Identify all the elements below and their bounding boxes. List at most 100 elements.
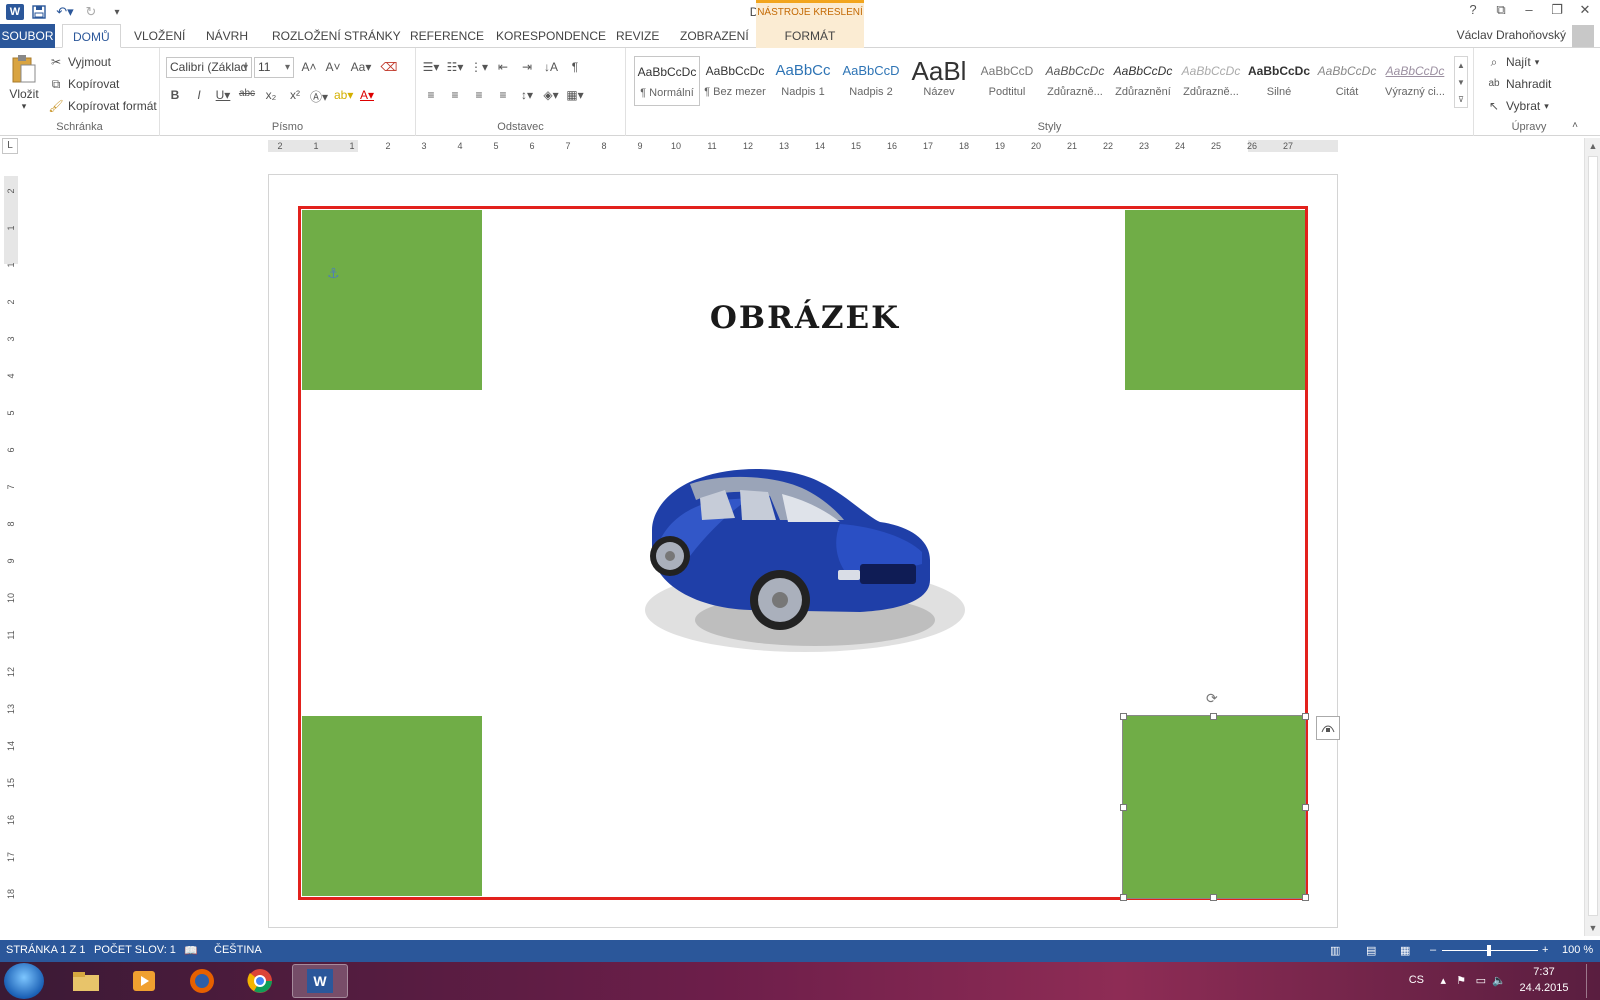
tab-mailings[interactable]: KORESPONDENCE xyxy=(486,24,616,48)
resize-handle[interactable] xyxy=(1302,713,1309,720)
increase-indent-icon[interactable]: ⇥ xyxy=(518,60,536,74)
clear-formatting-icon[interactable]: ⌫ xyxy=(380,60,398,74)
resize-handle[interactable] xyxy=(1210,713,1217,720)
align-right-icon[interactable]: ≡ xyxy=(470,88,488,102)
help-icon[interactable]: ? xyxy=(1462,2,1484,18)
tab-view[interactable]: ZOBRAZENÍ xyxy=(670,24,759,48)
italic-icon[interactable]: I xyxy=(190,88,208,105)
select-button[interactable]: ↖ Vybrat ▾ xyxy=(1486,98,1549,114)
decrease-indent-icon[interactable]: ⇤ xyxy=(494,60,512,74)
resize-handle[interactable] xyxy=(1302,894,1309,901)
minimize-icon[interactable]: – xyxy=(1518,2,1540,18)
vertical-ruler[interactable]: 2 1 1 2 3 4 5 6 7 8 9 10 11 12 13 14 15 16 17 18 xyxy=(4,176,18,918)
start-button-icon[interactable] xyxy=(4,963,44,999)
style-item[interactable]: AaBbCcD Podtitul xyxy=(974,56,1040,106)
style-item[interactable]: AaBbCcDc Výrazný ci... xyxy=(1382,56,1448,106)
style-item[interactable]: AaBbCcDc ¶ Normální xyxy=(634,56,700,106)
ribbon-display-icon[interactable]: ⧉ xyxy=(1490,2,1512,18)
resize-handle[interactable] xyxy=(1210,894,1217,901)
tab-format[interactable]: FORMÁT xyxy=(756,24,864,48)
tab-design[interactable]: NÁVRH xyxy=(196,24,258,48)
style-item[interactable]: AaBbCcDc Citát xyxy=(1314,56,1380,106)
chrome-icon[interactable] xyxy=(232,964,288,998)
tab-home[interactable]: DOMŮ xyxy=(62,24,121,48)
green-box-bottom-right-selected[interactable] xyxy=(1122,715,1306,899)
keyboard-language[interactable]: CS xyxy=(1409,974,1424,986)
zoom-out-icon[interactable]: – xyxy=(1430,944,1436,956)
clock-time[interactable]: 7:37 xyxy=(1514,966,1574,978)
strikethrough-icon[interactable]: abc xyxy=(238,88,256,105)
green-box-top-left[interactable] xyxy=(302,210,482,390)
style-item[interactable]: AaBbCcDc Zdůrazně... xyxy=(1042,56,1108,106)
car-image[interactable] xyxy=(630,460,970,670)
show-hidden-icon[interactable]: ▴ xyxy=(1440,974,1446,987)
proofing-icon[interactable]: 📖 xyxy=(184,944,198,957)
zoom-slider-thumb[interactable] xyxy=(1487,945,1491,956)
tab-layout[interactable]: ROZLOŽENÍ STRÁNKY xyxy=(262,24,411,48)
action-center-icon[interactable]: ⚑ xyxy=(1456,974,1466,987)
grow-font-icon[interactable]: A˄ xyxy=(300,60,318,74)
tab-insert[interactable]: VLOŽENÍ xyxy=(124,24,195,48)
shading-icon[interactable]: ◈▾ xyxy=(542,88,560,102)
line-spacing-icon[interactable]: ↕▾ xyxy=(518,88,536,102)
show-marks-icon[interactable]: ¶ xyxy=(566,60,584,74)
borders-icon[interactable]: ▦▾ xyxy=(566,88,584,102)
media-player-icon[interactable] xyxy=(116,964,172,998)
bullets-icon[interactable]: ☰▾ xyxy=(422,60,440,74)
bold-icon[interactable]: B xyxy=(166,88,184,105)
show-desktop-button[interactable] xyxy=(1586,964,1598,998)
resize-handle[interactable] xyxy=(1120,804,1127,811)
sort-icon[interactable]: ↓A xyxy=(542,60,560,74)
style-item[interactable]: AaBbCcDc Silné xyxy=(1246,56,1312,106)
firefox-icon[interactable] xyxy=(174,964,230,998)
volume-icon[interactable]: 🔈 xyxy=(1492,974,1506,987)
style-item[interactable]: AaBbCc Nadpis 1 xyxy=(770,56,836,106)
clock-date[interactable]: 24.4.2015 xyxy=(1514,982,1574,994)
subscript-icon[interactable]: x₂ xyxy=(262,88,280,105)
document-heading[interactable]: OBRÁZEK xyxy=(700,300,910,336)
style-item[interactable]: AaBl Název xyxy=(906,56,972,106)
font-name-combo[interactable]: Calibri (Základ xyxy=(166,57,252,78)
scroll-up-icon[interactable]: ▲ xyxy=(1585,138,1600,154)
styles-scroll[interactable]: ▲ ▼ ⊽ xyxy=(1454,56,1468,108)
scroll-thumb[interactable] xyxy=(1588,156,1598,916)
copy-button[interactable]: ⧉ Kopírovat xyxy=(48,76,120,92)
vertical-scrollbar[interactable]: ▲ ▼ xyxy=(1584,138,1600,936)
multilevel-list-icon[interactable]: ⋮▾ xyxy=(470,60,488,74)
user-name[interactable]: Václav Drahoňovský xyxy=(1457,28,1566,42)
rotate-handle-icon[interactable]: ⟳ xyxy=(1206,690,1218,707)
horizontal-ruler[interactable]: 2 1 1 2 3 4 5 6 7 8 9 10 11 12 13 14 15 16 17 18 19 20 21 22 23 2… xyxy=(268,140,1338,152)
replace-button[interactable]: ab Nahradit xyxy=(1486,76,1551,92)
resize-handle[interactable] xyxy=(1120,894,1127,901)
underline-icon[interactable]: U▾ xyxy=(214,88,232,105)
web-layout-icon[interactable]: ▦ xyxy=(1400,944,1410,957)
scroll-down-icon[interactable]: ▼ xyxy=(1585,920,1600,936)
word-taskbar-icon[interactable]: W xyxy=(292,964,348,998)
tab-stop-selector[interactable]: L xyxy=(2,138,18,154)
tab-references[interactable]: REFERENCE xyxy=(400,24,494,48)
layout-options-button[interactable] xyxy=(1316,716,1340,740)
resize-handle[interactable] xyxy=(1302,804,1309,811)
zoom-in-icon[interactable]: + xyxy=(1542,944,1548,956)
green-box-top-right[interactable] xyxy=(1125,210,1305,390)
numbering-icon[interactable]: ☷▾ xyxy=(446,60,464,74)
paste-button[interactable]: Vložit ▾ xyxy=(8,54,40,112)
page-count[interactable]: STRÁNKA 1 Z 1 xyxy=(6,944,85,956)
cut-button[interactable]: ✂ Vyjmout xyxy=(48,54,111,70)
network-icon[interactable]: ▭ xyxy=(1476,974,1486,987)
read-mode-icon[interactable]: ▥ xyxy=(1330,944,1340,957)
tab-review[interactable]: REVIZE xyxy=(606,24,669,48)
shrink-font-icon[interactable]: A˅ xyxy=(324,60,342,74)
explorer-icon[interactable] xyxy=(58,964,114,998)
align-center-icon[interactable]: ≡ xyxy=(446,88,464,102)
find-button[interactable]: ⌕ Najít ▾ xyxy=(1486,54,1540,70)
zoom-level[interactable]: 100 % xyxy=(1562,944,1593,956)
justify-icon[interactable]: ≡ xyxy=(494,88,512,102)
tab-file[interactable]: SOUBOR xyxy=(0,24,55,48)
word-count[interactable]: POČET SLOV: 1 xyxy=(94,944,176,956)
close-icon[interactable]: ✕ xyxy=(1574,2,1596,18)
avatar[interactable] xyxy=(1572,25,1594,47)
change-case-icon[interactable]: Aa▾ xyxy=(348,60,374,74)
print-layout-icon[interactable]: ▤ xyxy=(1366,944,1376,957)
language[interactable]: ČEŠTINA xyxy=(214,944,262,956)
